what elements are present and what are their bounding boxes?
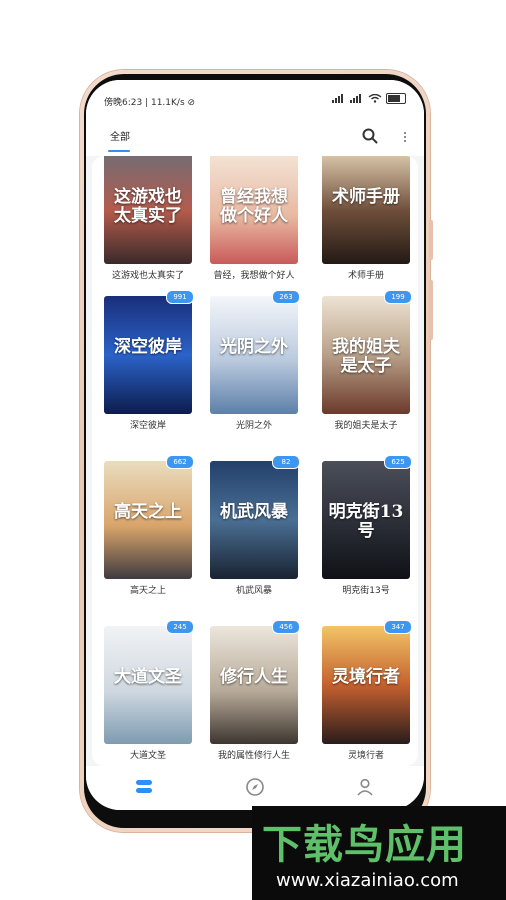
book-cover-title: 术师手册	[332, 187, 400, 208]
book-item[interactable]: 曾经我想做个好人曾经，我想做个好人	[210, 156, 298, 283]
status-time-speed: 傍晚6:23 | 11.1K/s ⊘	[104, 98, 196, 108]
book-title[interactable]: 光阴之外	[210, 420, 298, 433]
book-cover-title: 这游戏也太真实了	[114, 187, 182, 227]
battery-icon	[386, 93, 406, 104]
bottom-nav	[86, 766, 424, 810]
book-title[interactable]: 我的姐夫是太子	[322, 420, 410, 433]
book-cover-title: 大道文圣	[114, 667, 182, 688]
book-item[interactable]: 修行人生 456 我的属性修行人生	[210, 620, 300, 763]
power-button	[429, 280, 433, 340]
volume-button	[429, 220, 433, 260]
book-cover[interactable]: 灵境行者	[322, 626, 410, 744]
unread-badge: 245	[166, 620, 194, 634]
book-cover-title: 明克街13号	[328, 502, 404, 542]
book-item[interactable]: 大道文圣 245 大道文圣	[104, 620, 194, 763]
book-cover[interactable]: 术师手册	[322, 156, 410, 264]
book-item[interactable]: 高天之上 662 高天之上	[104, 455, 194, 598]
book-title[interactable]: 高天之上	[104, 585, 192, 598]
book-cover-title: 我的姐夫是太子	[332, 337, 400, 377]
book-cover-title: 深空彼岸	[114, 337, 182, 358]
book-title[interactable]: 机武风暴	[210, 585, 298, 598]
watermark-url: www.xiazainiao.com	[276, 870, 459, 891]
book-cover[interactable]: 大道文圣	[104, 626, 192, 744]
book-item[interactable]: 灵境行者 347 灵境行者	[322, 620, 412, 763]
unread-badge: 456	[272, 620, 300, 634]
signal-icon	[332, 94, 343, 103]
book-cover[interactable]: 曾经我想做个好人	[210, 156, 298, 264]
unread-badge: 347	[384, 620, 412, 634]
book-cover-title: 曾经我想做个好人	[220, 187, 288, 227]
watermark-title: 下载鸟应用	[262, 822, 467, 868]
book-cover-title: 高天之上	[114, 502, 182, 523]
book-item[interactable]: 明克街13号 625 明克街13号	[322, 455, 412, 598]
user-icon[interactable]	[354, 776, 376, 798]
book-title[interactable]: 大道文圣	[104, 750, 192, 763]
unread-badge: 662	[166, 455, 194, 469]
status-icons	[332, 93, 406, 104]
signal-icon-2	[350, 94, 361, 103]
tab-all[interactable]: 全部	[110, 128, 130, 143]
unread-badge: 199	[384, 290, 412, 304]
book-cover-title: 修行人生	[220, 667, 288, 688]
book-item[interactable]: 我的姐夫是太子 199 我的姐夫是太子	[322, 290, 412, 433]
app-bar: 全部	[86, 120, 424, 156]
book-item[interactable]: 机武风暴 82 机武风暴	[210, 455, 300, 598]
book-item[interactable]: 术师手册 术师手册	[322, 156, 410, 283]
unread-badge: 991	[166, 290, 194, 304]
book-cover[interactable]: 机武风暴	[210, 461, 298, 579]
status-bar: 傍晚6:23 | 11.1K/s ⊘	[86, 80, 424, 120]
tab-indicator	[108, 150, 130, 152]
book-title[interactable]: 这游戏也太真实了	[104, 270, 192, 283]
unread-badge: 263	[272, 290, 300, 304]
book-cover[interactable]: 明克街13号	[322, 461, 410, 579]
book-cover-title: 光阴之外	[220, 337, 288, 358]
search-icon[interactable]	[360, 126, 380, 146]
book-title[interactable]: 灵境行者	[322, 750, 410, 763]
phone-screen: 傍晚6:23 | 11.1K/s ⊘ 全部 这游戏也太真实了 这游戏也太真实了 曾经…	[86, 80, 424, 810]
book-cover[interactable]: 这游戏也太真实了	[104, 156, 192, 264]
book-cover-title: 机武风暴	[220, 502, 288, 523]
book-item[interactable]: 这游戏也太真实了 这游戏也太真实了	[104, 156, 192, 283]
book-title[interactable]: 术师手册	[322, 270, 410, 283]
book-cover[interactable]: 深空彼岸	[104, 296, 192, 414]
book-title[interactable]: 深空彼岸	[104, 420, 192, 433]
wifi-icon	[368, 94, 382, 103]
unread-badge: 82	[272, 455, 300, 469]
bookshelf-grid: 这游戏也太真实了 这游戏也太真实了 曾经我想做个好人 曾经，我想做个好人 术师手册 术师手…	[92, 156, 418, 766]
book-cover[interactable]: 我的姐夫是太子	[322, 296, 410, 414]
book-cover[interactable]: 光阴之外	[210, 296, 298, 414]
book-item[interactable]: 深空彼岸 991 深空彼岸	[104, 290, 194, 433]
book-title[interactable]: 明克街13号	[322, 585, 410, 598]
watermark-banner: 下载鸟应用 www.xiazainiao.com	[252, 806, 506, 900]
book-item[interactable]: 光阴之外 263 光阴之外	[210, 290, 300, 433]
book-cover-title: 灵境行者	[332, 667, 400, 688]
bookshelf-icon[interactable]	[133, 776, 155, 798]
book-title[interactable]: 曾经，我想做个好人	[210, 270, 298, 283]
book-cover[interactable]: 高天之上	[104, 461, 192, 579]
compass-icon[interactable]	[244, 776, 266, 798]
more-vertical-icon[interactable]	[400, 128, 410, 146]
book-title[interactable]: 我的属性修行人生	[210, 750, 298, 763]
unread-badge: 625	[384, 455, 412, 469]
book-cover[interactable]: 修行人生	[210, 626, 298, 744]
